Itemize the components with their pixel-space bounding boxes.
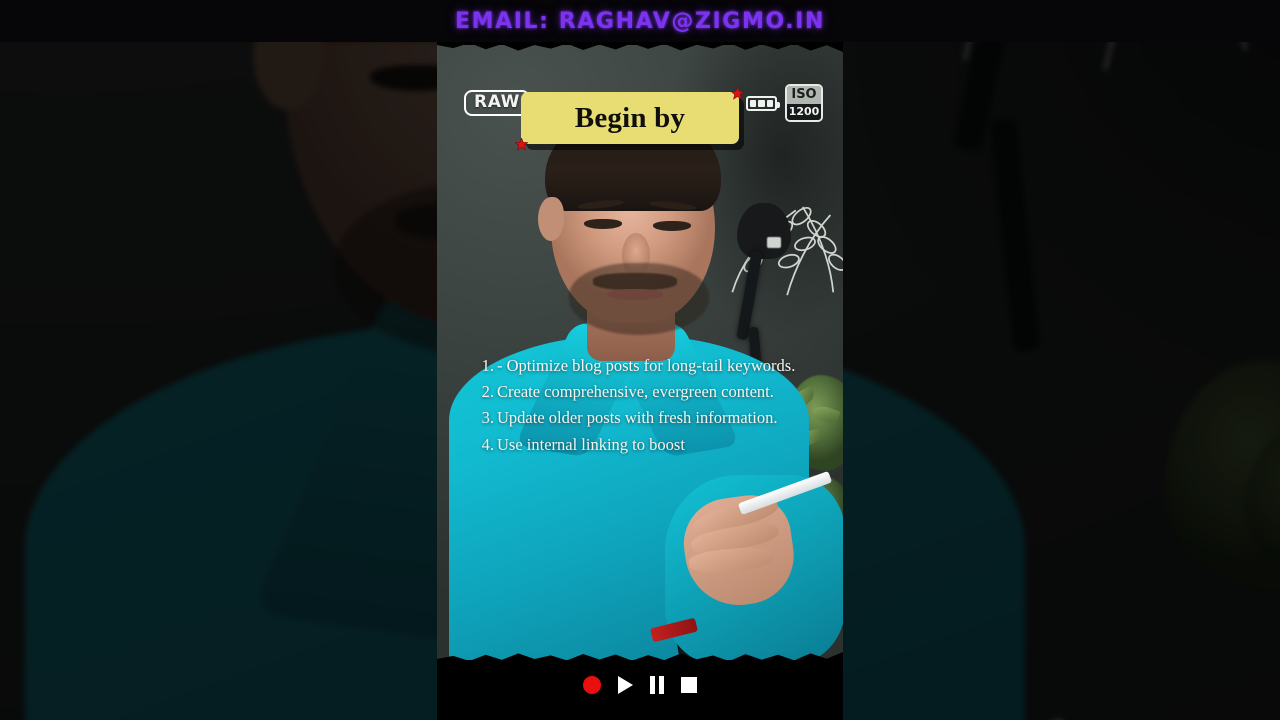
list-item: 1. - Optimize blog posts for long-tail k… — [476, 353, 816, 378]
email-banner: EMAIL: RAGHAV@ZIGMO.IN — [0, 0, 1280, 42]
play-icon[interactable] — [618, 676, 633, 694]
iso-badge: ISO 1200 — [785, 84, 823, 122]
stop-icon[interactable] — [681, 677, 697, 693]
list-item-text: Update older posts with fresh informatio… — [497, 408, 778, 428]
sticky-note: Begin by — [515, 87, 744, 151]
email-text: EMAIL: RAGHAV@ZIGMO.IN — [454, 8, 826, 34]
list-item-text: - Optimize blog posts for long-tail keyw… — [497, 356, 796, 375]
list-item: 3. Update older posts with fresh informa… — [476, 405, 816, 430]
list-item-number: 4. — [481, 434, 494, 454]
pin-icon — [515, 138, 528, 151]
record-icon[interactable] — [583, 676, 601, 694]
list-item-text: Create comprehensive, evergreen content. — [497, 382, 774, 402]
sticky-note-text: Begin by — [574, 101, 686, 134]
iso-label: ISO — [787, 86, 821, 104]
list-item-number: 2. — [481, 382, 494, 402]
list-item: 2. Create comprehensive, evergreen conte… — [476, 379, 816, 404]
list-item-number: 3. — [481, 408, 494, 428]
video-player[interactable]: RAW 1/250 F/2.8 ISO 1200 Begin by — [437, 0, 843, 720]
battery-icon — [746, 95, 780, 111]
list-item-text: Use internal linking to boost — [497, 434, 685, 454]
screen: 1. - Optimize blog posts for long-tail k… — [0, 0, 1280, 720]
caption-list: 1. - Optimize blog posts for long-tail k… — [476, 353, 816, 458]
pin-icon — [731, 87, 744, 100]
iso-value: 1200 — [787, 104, 821, 120]
list-item: 4. Use internal linking to boost — [476, 432, 816, 457]
playback-controls[interactable] — [437, 676, 843, 694]
list-item-number: 1. — [481, 356, 494, 375]
pause-icon[interactable] — [650, 676, 664, 694]
